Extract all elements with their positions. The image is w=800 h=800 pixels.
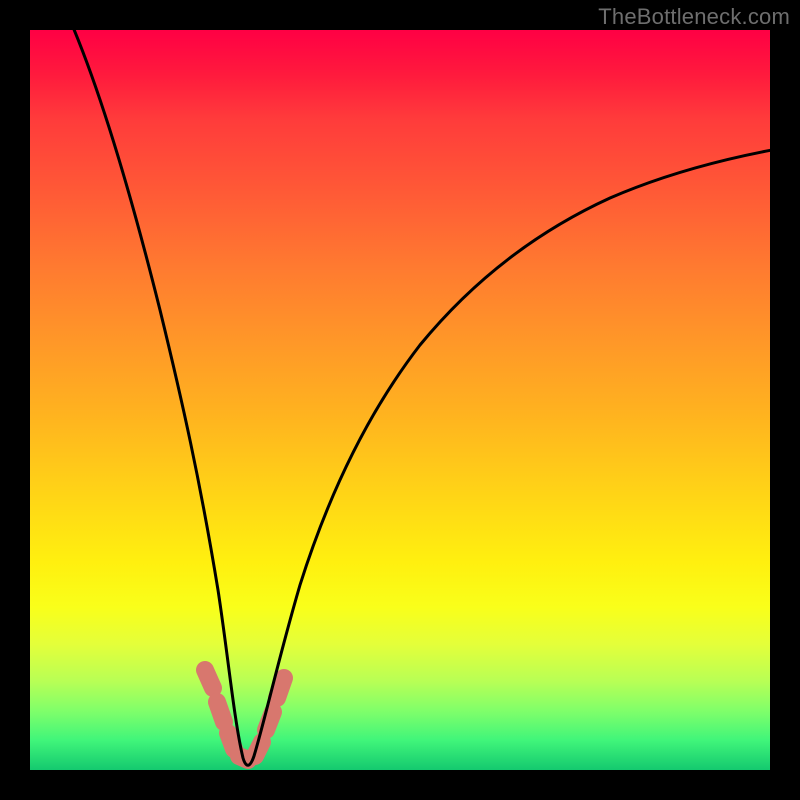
bead-segment	[228, 733, 234, 749]
chart-frame: TheBottleneck.com	[0, 0, 800, 800]
watermark-text: TheBottleneck.com	[598, 4, 790, 30]
bottleneck-curve	[70, 30, 770, 765]
bead-segment	[277, 678, 284, 698]
bead-segment	[266, 712, 273, 730]
bead-segment	[205, 670, 213, 688]
curve-svg	[30, 30, 770, 770]
bead-segment	[217, 702, 224, 722]
plot-area	[30, 30, 770, 770]
